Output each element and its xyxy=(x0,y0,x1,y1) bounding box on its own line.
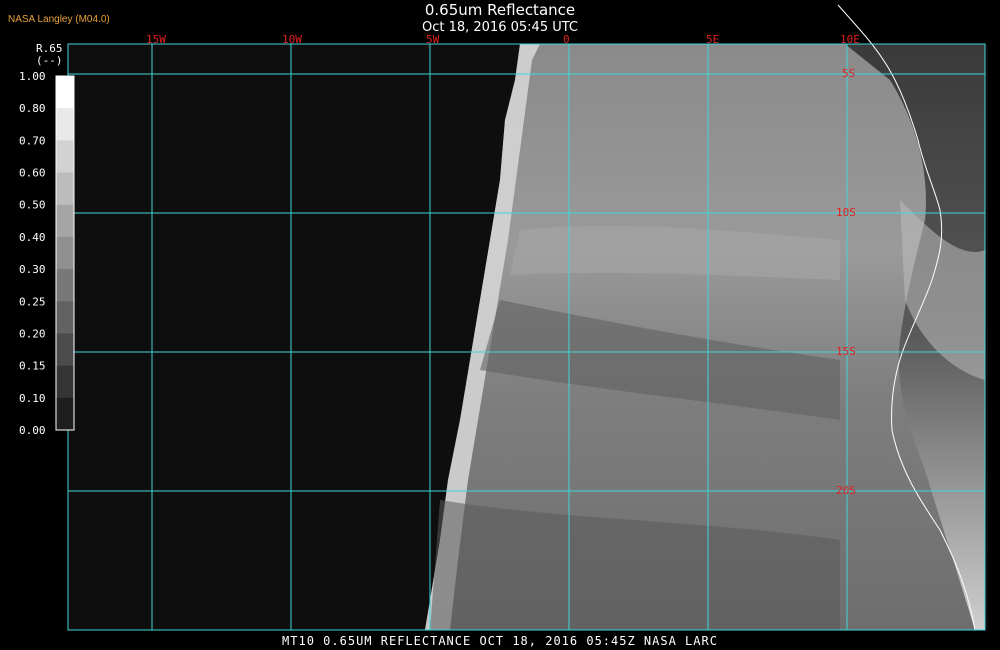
colorbar-swatch xyxy=(56,236,74,270)
lat-label-20s: 20S xyxy=(836,484,856,497)
colorbar-ticks: 1.00 0.80 0.70 0.60 0.50 0.40 0.30 0.25 0.20 0.15… xyxy=(19,70,46,437)
colorbar-tick-label: 0.60 xyxy=(19,167,46,180)
colorbar: R.65 (--) 1.000.800.700.600.500.400.300.… xyxy=(19,42,75,437)
colorbar-swatch xyxy=(56,365,74,399)
colorbar-tick-label: 0.80 xyxy=(19,102,46,115)
colorbar-swatch xyxy=(56,140,74,174)
colorbar-tick-label: 0.30 xyxy=(19,263,46,276)
colorbar-units: (--) xyxy=(36,54,63,67)
colorbar-swatch xyxy=(56,172,74,206)
lat-label-10s: 10S xyxy=(836,206,856,219)
lat-label-5s: 5S xyxy=(842,67,855,80)
colorbar-swatch xyxy=(56,204,74,238)
satellite-map: 15W 10W 5W 0 5E 10E 5S 10S 15S 20S R.65 … xyxy=(19,4,988,631)
colorbar-tick-label: 0.25 xyxy=(19,295,46,308)
colorbar-tick-label: 0.50 xyxy=(19,199,46,212)
colorbar-swatches xyxy=(56,76,74,431)
lon-label-5w: 5W xyxy=(426,33,440,46)
colorbar-tick-label: 1.00 xyxy=(19,70,46,83)
lat-label-15s: 15S xyxy=(836,345,856,358)
footer-caption: MT10 0.65UM REFLECTANCE OCT 18, 2016 05:… xyxy=(282,634,718,648)
colorbar-swatch xyxy=(56,108,74,141)
lon-label-0: 0 xyxy=(563,33,570,46)
lon-label-10e: 10E xyxy=(840,33,860,46)
colorbar-swatch xyxy=(56,333,74,367)
colorbar-tick-label: 0.20 xyxy=(19,327,46,340)
colorbar-tick-label: 0.15 xyxy=(19,360,46,373)
colorbar-swatch xyxy=(56,269,74,302)
colorbar-tick-label: 0.70 xyxy=(19,134,46,147)
colorbar-tick-label: 0.10 xyxy=(19,392,46,405)
lon-label-15w: 15W xyxy=(146,33,166,46)
colorbar-swatch xyxy=(56,397,74,431)
lon-label-10w: 10W xyxy=(282,33,302,46)
colorbar-tick-label: 0.40 xyxy=(19,231,46,244)
colorbar-swatch xyxy=(56,76,74,109)
colorbar-swatch xyxy=(56,301,74,334)
lon-label-5e: 5E xyxy=(706,33,719,46)
colorbar-tick-label: 0.00 xyxy=(19,424,46,437)
